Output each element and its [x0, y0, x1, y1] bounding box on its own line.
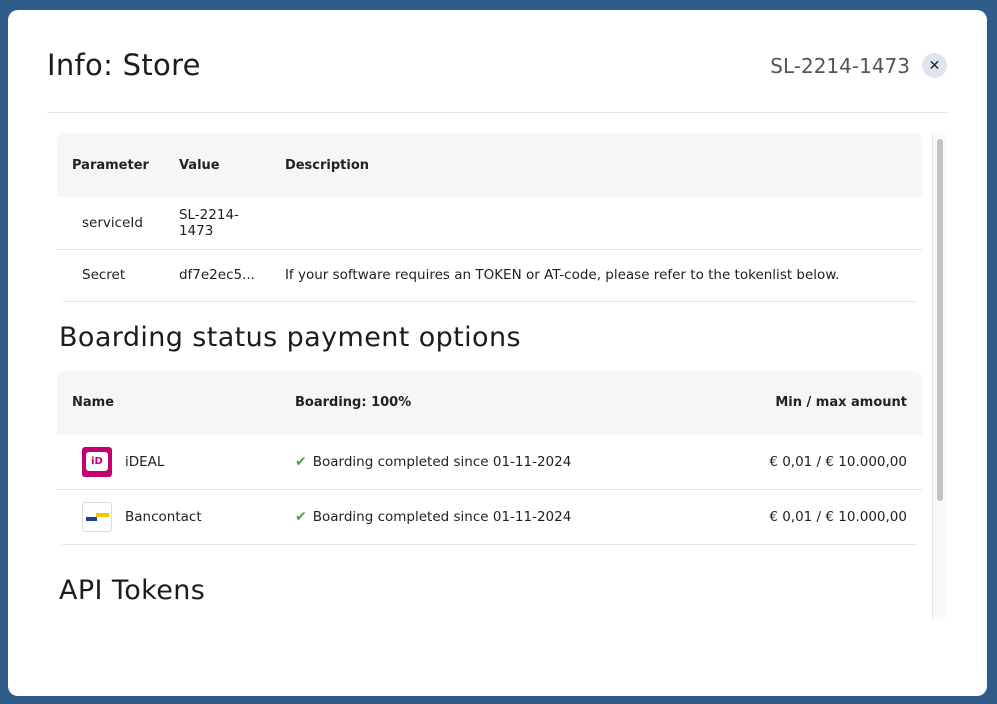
- payment-name-cell: iD iDEAL: [57, 434, 280, 490]
- close-button[interactable]: ✕: [922, 53, 947, 78]
- table-header-row: Parameter Value Description: [57, 133, 922, 197]
- param-name: serviceId: [57, 197, 164, 250]
- boarding-status-cell: ✔ Boarding completed since 01-11-2024: [280, 434, 695, 490]
- boarding-table: Name Boarding: 100% Min / max amount iD …: [57, 370, 922, 545]
- table-row: Secret df7e2ec5... If your software requ…: [57, 249, 922, 302]
- payment-name-cell: Bancontact: [57, 489, 280, 545]
- check-icon: ✔: [295, 453, 307, 470]
- table-row: Bancontact ✔ Boarding completed since 01…: [57, 489, 922, 545]
- column-header-parameter: Parameter: [72, 157, 149, 173]
- ideal-logo-icon: iD: [82, 446, 112, 477]
- column-header-value: Value: [178, 157, 220, 173]
- table-row: serviceId SL-2214-1473: [57, 197, 922, 250]
- param-name: Secret: [57, 249, 164, 302]
- parameter-table: Parameter Value Description serviceId SL…: [57, 133, 922, 302]
- modal-body[interactable]: Parameter Value Description serviceId SL…: [57, 133, 946, 620]
- table-header-row: Name Boarding: 100% Min / max amount: [57, 370, 922, 435]
- bancontact-logo-icon: [82, 502, 112, 532]
- param-description: If your software requires an TOKEN or AT…: [269, 249, 922, 302]
- boarding-section-title: Boarding status payment options: [59, 321, 521, 353]
- column-header-amount: Min / max amount: [775, 395, 907, 410]
- info-modal: Info: Store SL-2214-1473 ✕ Parameter Val…: [8, 10, 987, 696]
- api-tokens-title: API Tokens: [59, 575, 206, 606]
- boarding-status: Boarding completed since 01-11-2024: [312, 453, 572, 470]
- column-header-boarding: Boarding: 100%: [295, 395, 412, 410]
- scrollbar[interactable]: [932, 133, 946, 620]
- amount-range: € 0,01 / € 10.000,00: [694, 489, 922, 545]
- payment-method-name: iDEAL: [125, 453, 165, 470]
- amount-range: € 0,01 / € 10.000,00: [694, 434, 922, 490]
- param-value[interactable]: df7e2ec5...: [163, 249, 270, 302]
- close-icon: ✕: [928, 57, 941, 74]
- param-value: SL-2214-1473: [163, 197, 270, 250]
- modal-title: Info: Store: [47, 48, 201, 82]
- modal-header: Info: Store SL-2214-1473 ✕: [47, 10, 947, 113]
- param-description: [269, 197, 922, 250]
- scrollbar-thumb[interactable]: [937, 139, 943, 501]
- column-header-name: Name: [72, 395, 115, 410]
- modal-service-id: SL-2214-1473: [770, 54, 910, 78]
- boarding-status: Boarding completed since 01-11-2024: [312, 509, 572, 525]
- payment-method-name: Bancontact: [125, 509, 202, 525]
- check-icon: ✔: [295, 509, 307, 525]
- table-row: iD iDEAL ✔ Boarding completed since 01-1…: [57, 434, 922, 490]
- column-header-description: Description: [284, 157, 370, 173]
- boarding-status-cell: ✔ Boarding completed since 01-11-2024: [280, 489, 695, 545]
